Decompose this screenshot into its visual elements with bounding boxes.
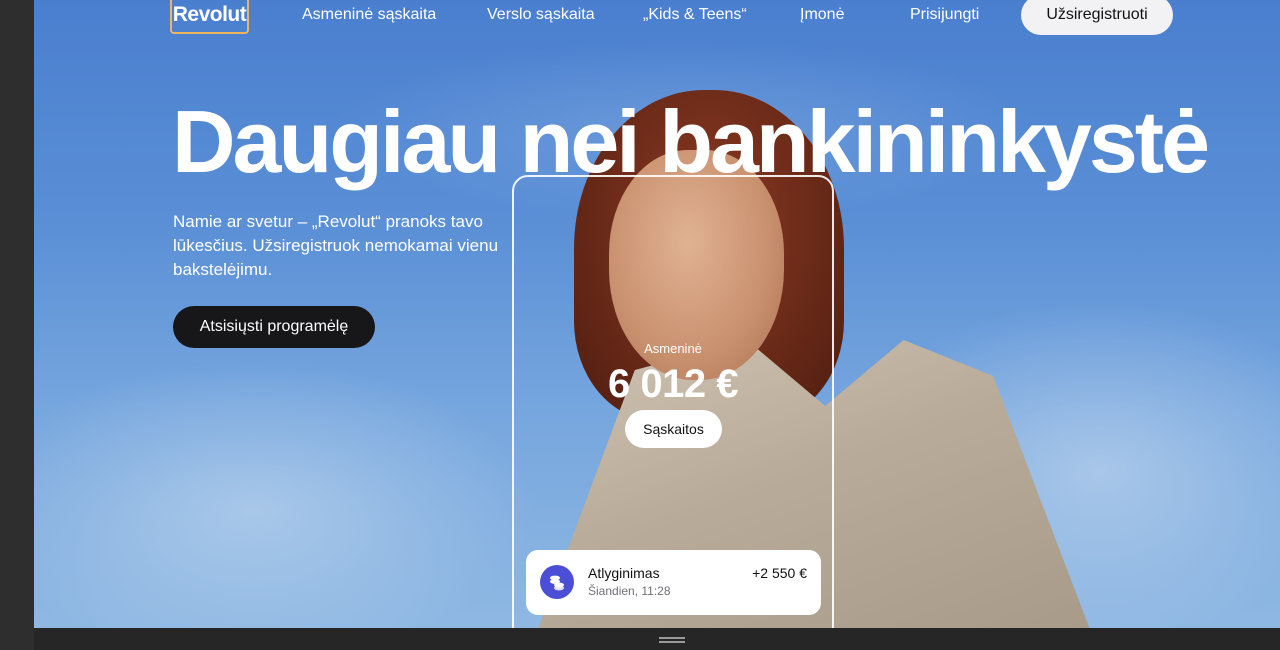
browser-viewport: Revolut Asmeninė sąskaita Verslo sąskait… [0, 0, 1280, 650]
download-app-button[interactable]: Atsisiųsti programėlę [173, 306, 375, 348]
accounts-button[interactable]: Sąskaitos [625, 410, 722, 448]
bottom-panel-bar [34, 628, 1280, 650]
signup-button[interactable]: Užsiregistruoti [1021, 0, 1173, 35]
transaction-time: Šiandien, 11:28 [588, 584, 671, 598]
coins-icon [540, 565, 574, 599]
account-label: Asmeninė [644, 341, 702, 356]
nav-link-kids-teens[interactable]: „Kids & Teens“ [643, 6, 747, 24]
resize-handle[interactable] [659, 637, 685, 643]
transaction-card: Atlyginimas Šiandien, 11:28 +2 550 € [526, 550, 821, 615]
hero-headline: Daugiau nei bankininkystė [172, 92, 1210, 191]
transaction-amount: +2 550 € [752, 565, 807, 581]
revolut-logo[interactable]: Revolut [170, 0, 249, 34]
nav-link-company[interactable]: Įmonė [800, 6, 844, 24]
cloud [34, 360, 534, 628]
top-nav: Revolut Asmeninė sąskaita Verslo sąskait… [34, 0, 1280, 40]
nav-link-business[interactable]: Verslo sąskaita [487, 6, 595, 24]
left-gutter [0, 0, 34, 650]
transaction-title: Atlyginimas [588, 565, 660, 581]
nav-link-personal[interactable]: Asmeninė sąskaita [302, 6, 436, 24]
account-balance: 6 012 € [608, 362, 738, 406]
nav-link-login[interactable]: Prisijungti [910, 6, 979, 24]
hero-subtext: Namie ar svetur – „Revolut“ pranoks tavo… [173, 212, 499, 279]
